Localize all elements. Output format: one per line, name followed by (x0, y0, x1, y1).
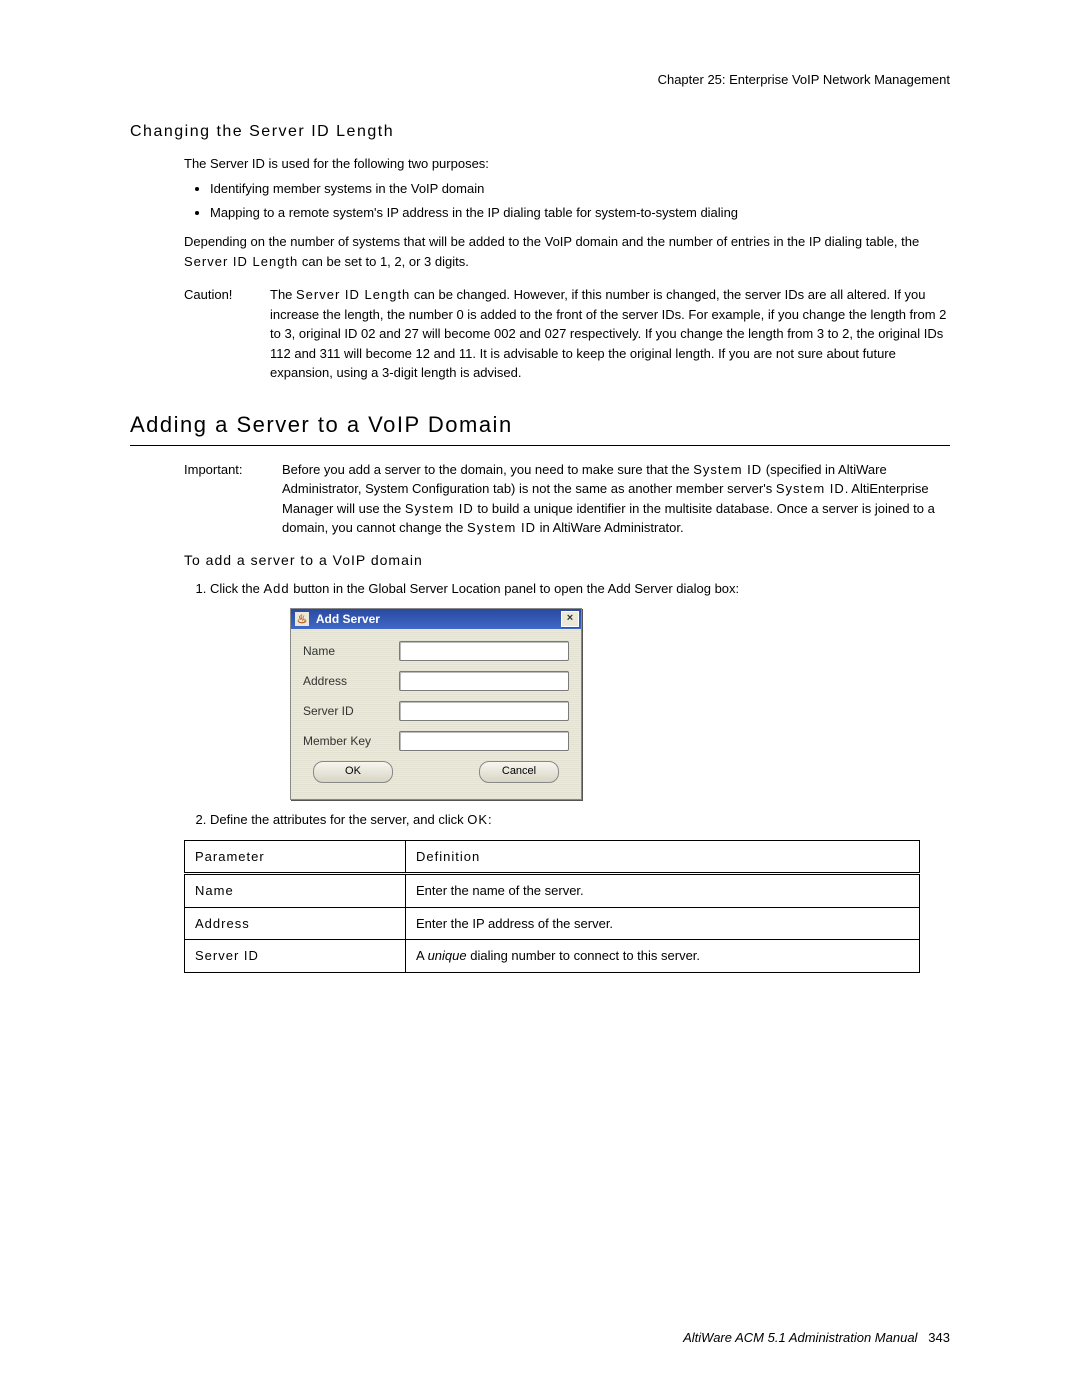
address-input[interactable] (399, 671, 569, 691)
term: System ID (776, 481, 845, 496)
list-item: Identifying member systems in the VoIP d… (210, 179, 950, 199)
text: Before you add a server to the domain, y… (282, 462, 693, 477)
cancel-button[interactable]: Cancel (479, 761, 559, 783)
term: System ID (405, 501, 474, 516)
step-2: Define the attributes for the server, an… (210, 810, 950, 830)
field-label: Server ID (303, 702, 399, 720)
text: : (488, 812, 492, 827)
server-id-input[interactable] (399, 701, 569, 721)
parameter-table: Parameter Definition Name Enter the name… (184, 840, 920, 973)
page: Chapter 25: Enterprise VoIP Network Mana… (0, 0, 1080, 1397)
term: Server ID Length (296, 287, 410, 302)
field-label: Name (303, 642, 399, 660)
text: Depending on the number of systems that … (184, 234, 919, 249)
text: button in the Global Server Location pan… (290, 581, 740, 596)
page-footer: AltiWare ACM 5.1 Administration Manual 3… (683, 1328, 950, 1348)
dialog-title: Add Server (316, 612, 380, 626)
list-item: Mapping to a remote system's IP address … (210, 203, 950, 223)
name-input[interactable] (399, 641, 569, 661)
intro-paragraph: The Server ID is used for the following … (184, 154, 950, 174)
caution-block: Caution! The Server ID Length can be cha… (184, 285, 950, 383)
java-icon: ♨ (295, 612, 309, 626)
param-definition: Enter the name of the server. (406, 874, 920, 908)
text: Define the attributes for the server, an… (210, 812, 467, 827)
step-1: Click the Add button in the Global Serve… (210, 579, 950, 801)
field-label: Member Key (303, 732, 399, 750)
dialog-button-row: OK Cancel (303, 761, 569, 787)
section-heading-adding-server: Adding a Server to a VoIP Domain (130, 408, 950, 446)
term: System ID (467, 520, 536, 535)
text: Click the (210, 581, 263, 596)
add-server-dialog-screenshot: ♨ Add Server × Name Address (290, 608, 950, 800)
italic-text: unique (428, 948, 467, 963)
dialog-titlebar: ♨ Add Server × (291, 609, 581, 629)
text: dialing number to connect to this server… (467, 948, 700, 963)
field-row-server-id: Server ID (303, 701, 569, 721)
purpose-list: Identifying member systems in the VoIP d… (184, 179, 950, 222)
param-name: Address (185, 907, 406, 940)
param-name: Server ID (185, 940, 406, 973)
page-number: 343 (928, 1330, 950, 1345)
ok-button[interactable]: OK (313, 761, 393, 783)
chapter-header: Chapter 25: Enterprise VoIP Network Mana… (130, 70, 950, 90)
table-header-row: Parameter Definition (185, 840, 920, 874)
caution-label: Caution! (184, 285, 270, 383)
field-label: Address (303, 672, 399, 690)
text: The (270, 287, 296, 302)
text: can be set to 1, 2, or 3 digits. (298, 254, 469, 269)
col-parameter: Parameter (185, 840, 406, 874)
steps-list: Click the Add button in the Global Serve… (184, 579, 950, 830)
table-row: Name Enter the name of the server. (185, 874, 920, 908)
term: OK (467, 812, 488, 827)
dialog-body: Name Address Server ID Member Key (291, 629, 581, 799)
term: Add (263, 581, 289, 596)
paragraph: Depending on the number of systems that … (184, 232, 950, 271)
caution-body: The Server ID Length can be changed. How… (270, 285, 950, 383)
section-heading-changing-server-id-length: Changing the Server ID Length (130, 120, 950, 144)
field-row-name: Name (303, 641, 569, 661)
col-definition: Definition (406, 840, 920, 874)
term-server-id-length: Server ID Length (184, 254, 298, 269)
text: A (416, 948, 428, 963)
member-key-input[interactable] (399, 731, 569, 751)
field-row-address: Address (303, 671, 569, 691)
field-row-member-key: Member Key (303, 731, 569, 751)
text: in AltiWare Administrator. (536, 520, 684, 535)
subheading-to-add-server: To add a server to a VoIP domain (184, 550, 950, 571)
manual-title: AltiWare ACM 5.1 Administration Manual (683, 1330, 917, 1345)
important-body: Before you add a server to the domain, y… (282, 460, 950, 538)
important-block: Important: Before you add a server to th… (184, 460, 950, 538)
param-definition: Enter the IP address of the server. (406, 907, 920, 940)
important-label: Important: (184, 460, 282, 538)
table-row: Server ID A unique dialing number to con… (185, 940, 920, 973)
table-row: Address Enter the IP address of the serv… (185, 907, 920, 940)
param-name: Name (185, 874, 406, 908)
term: System ID (693, 462, 762, 477)
close-icon[interactable]: × (561, 611, 579, 627)
add-server-dialog: ♨ Add Server × Name Address (290, 608, 582, 800)
param-definition: A unique dialing number to connect to th… (406, 940, 920, 973)
